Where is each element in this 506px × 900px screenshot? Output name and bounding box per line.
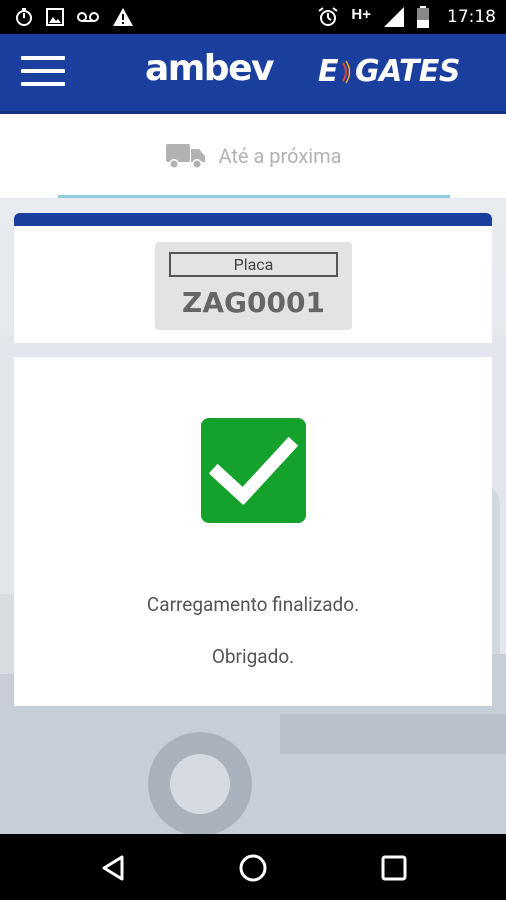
system-navigation-bar: [0, 834, 506, 900]
app-header: ambev E GATES: [0, 34, 506, 114]
battery-icon: [417, 6, 429, 28]
hamburger-line: [21, 69, 65, 73]
tab-next-label: Até a próxima: [218, 144, 342, 168]
network-type-icon: H+: [351, 5, 371, 23]
menu-button[interactable]: [21, 56, 65, 88]
check-icon: [208, 436, 299, 506]
home-icon: [239, 854, 267, 882]
ambev-logo: ambev: [145, 48, 274, 89]
result-message: Carregamento finalizado.: [146, 593, 360, 616]
voicemail-icon: [76, 10, 100, 24]
hamburger-line: [21, 56, 65, 60]
image-icon: [46, 8, 64, 26]
rfid-wave-icon: [341, 59, 351, 85]
thanks-message: Obrigado.: [211, 645, 295, 668]
status-bar-left: [14, 7, 134, 27]
hamburger-line: [21, 82, 65, 86]
status-bar-right: H+ 17:18: [317, 6, 496, 28]
back-button[interactable]: [98, 852, 130, 884]
warning-icon: [112, 7, 134, 27]
egates-logo-suffix: GATES: [355, 54, 461, 89]
success-badge: [201, 418, 306, 523]
back-icon: [102, 855, 124, 881]
status-bar: H+ 17:18: [0, 0, 506, 34]
alarm-icon: [317, 6, 339, 28]
stopwatch-icon: [14, 7, 34, 27]
result-card: Carregamento finalizado. Obrigado.: [14, 357, 492, 706]
plate-number: ZAG0001: [182, 286, 325, 319]
clock-time: 17:18: [447, 7, 496, 27]
egates-logo: E GATES: [318, 54, 461, 89]
egates-logo-prefix: E: [318, 54, 339, 89]
signal-icon: [383, 6, 405, 28]
tab-strip: Até a próxima: [0, 114, 506, 198]
home-button[interactable]: [237, 852, 269, 884]
truck-icon: [166, 142, 206, 170]
plate-label: Placa: [169, 252, 338, 277]
tab-indicator: [58, 195, 450, 198]
tab-next[interactable]: Até a próxima: [58, 114, 450, 198]
license-plate: Placa ZAG0001: [155, 242, 352, 330]
recents-icon: [381, 855, 407, 881]
plate-card: Placa ZAG0001: [14, 213, 492, 343]
recents-button[interactable]: [378, 852, 410, 884]
